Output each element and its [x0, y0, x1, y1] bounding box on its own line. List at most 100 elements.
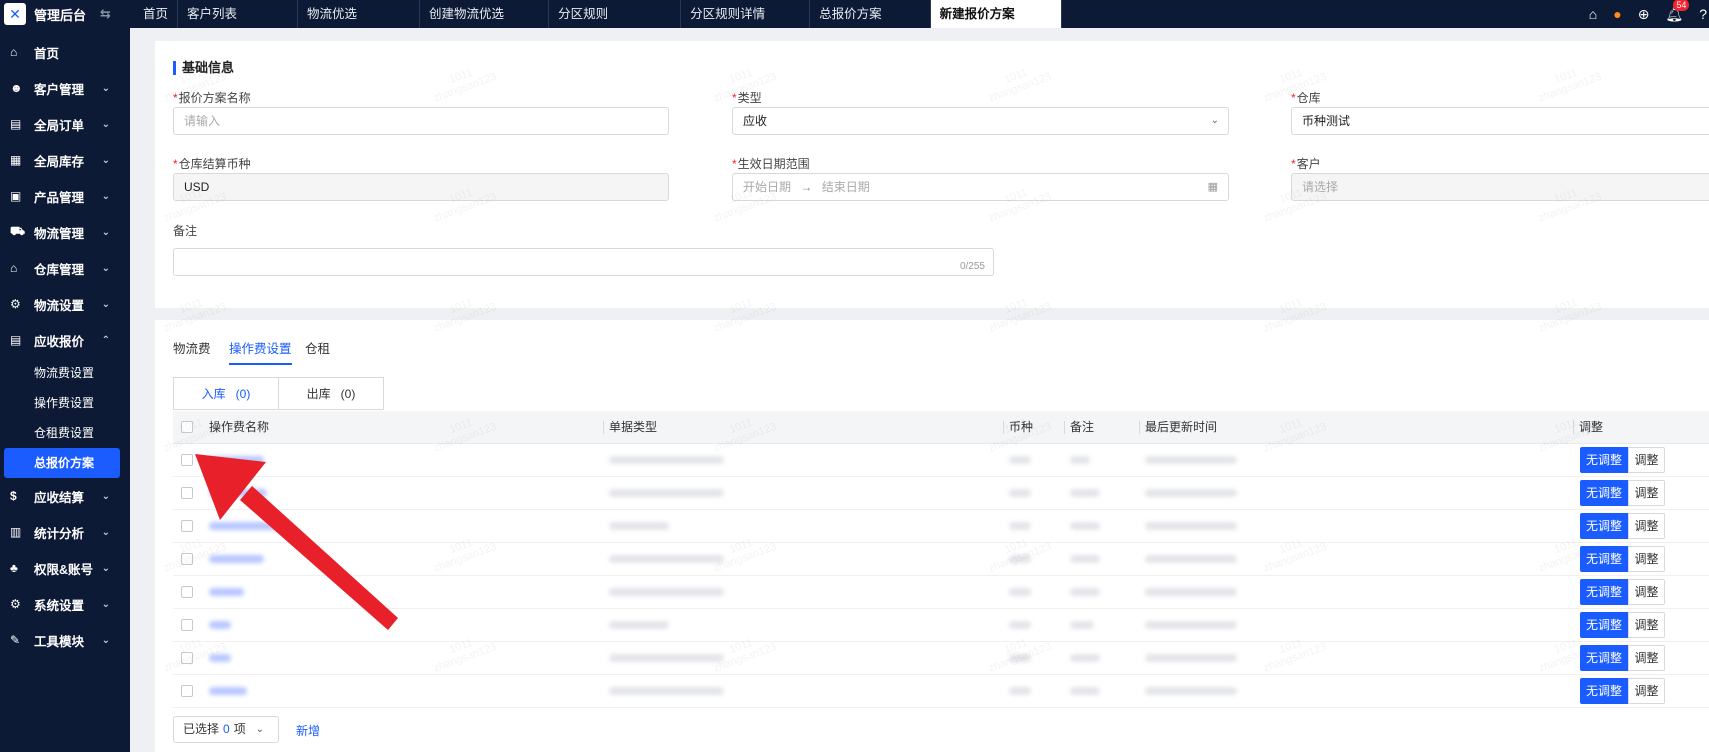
inventory-icon: ▦	[10, 153, 22, 167]
row-checkbox[interactable]	[181, 652, 193, 664]
no-adjust-button[interactable]: 无调整	[1580, 480, 1628, 506]
row-checkbox[interactable]	[181, 520, 193, 532]
collapse-menu-icon[interactable]: ⇆	[100, 6, 111, 22]
currency-field: USD	[173, 173, 669, 201]
sidebar-item-tools[interactable]: ✎ 工具模块 ⌄	[0, 622, 130, 658]
robot-icon[interactable]: ●	[1613, 6, 1621, 22]
no-adjust-button[interactable]: 无调整	[1580, 513, 1628, 539]
adjust-button[interactable]: 调整	[1628, 579, 1665, 605]
sidebar-item-settlement[interactable]: $ 应收结算 ⌄	[0, 478, 130, 514]
doc-type-cell	[609, 555, 724, 563]
download-icon[interactable]: ⊕	[1638, 6, 1650, 23]
no-adjust-button[interactable]: 无调整	[1580, 579, 1628, 605]
sidebar-item-permissions[interactable]: ♣ 权限&账号 ⌄	[0, 550, 130, 586]
tab-home[interactable]: 首页	[134, 0, 179, 28]
sidebar-item-statistics[interactable]: ▥ 统计分析 ⌄	[0, 514, 130, 550]
tab-logistics-fee[interactable]: 物流费	[173, 338, 211, 357]
tab-logistics-preferred[interactable]: 物流优选	[298, 0, 421, 28]
fee-name-link[interactable]	[209, 456, 264, 464]
adjust-button[interactable]: 调整	[1628, 447, 1665, 473]
sidebar-item-orders[interactable]: ▤ 全局订单 ⌄	[0, 106, 130, 142]
warehouse-select[interactable]: 币种测试	[1291, 107, 1709, 135]
inbox-icon[interactable]: ⌂	[1589, 6, 1597, 22]
row-checkbox[interactable]	[181, 586, 193, 598]
no-adjust-button[interactable]: 无调整	[1580, 645, 1628, 671]
sidebar-item-system-settings[interactable]: ⚙ 系统设置 ⌄	[0, 586, 130, 622]
help-icon[interactable]: ?	[1699, 6, 1707, 22]
doc-type-cell	[609, 522, 669, 530]
dollar-icon: $	[10, 489, 17, 503]
row-checkbox[interactable]	[181, 487, 193, 499]
no-adjust-button[interactable]: 无调整	[1580, 678, 1628, 704]
sidebar-item-customers[interactable]: ☻ 客户管理 ⌄	[0, 70, 130, 106]
fee-name-link[interactable]	[209, 588, 244, 596]
sidebar-sub-logistics-fee[interactable]: 物流费设置	[0, 358, 130, 388]
sidebar-item-receivable-quote[interactable]: ▤ 应收报价 ⌃	[0, 322, 130, 358]
fee-name-link[interactable]	[209, 522, 279, 530]
adjust-button[interactable]: 调整	[1628, 546, 1665, 572]
sidebar-sub-total-quote[interactable]: 总报价方案	[4, 448, 120, 478]
table-row: 无调整 调整	[173, 609, 1709, 642]
plan-name-input[interactable]: 请输入	[173, 107, 669, 135]
sidebar-sub-operation-fee[interactable]: 操作费设置	[0, 388, 130, 418]
order-icon: ▤	[10, 117, 22, 131]
date-range-picker[interactable]: 开始日期 → 结束日期 ▦	[732, 173, 1229, 201]
updated-at-cell	[1145, 654, 1237, 662]
row-checkbox[interactable]	[181, 454, 193, 466]
no-adjust-button[interactable]: 无调整	[1580, 447, 1628, 473]
segment-inbound[interactable]: 入库 (0)	[173, 377, 279, 410]
no-adjust-button[interactable]: 无调整	[1580, 546, 1628, 572]
tab-new-quote-plan[interactable]: 新建报价方案	[930, 0, 1062, 28]
sidebar-sub-rent-fee[interactable]: 仓租费设置	[0, 418, 130, 448]
doc-type-cell	[609, 456, 724, 464]
chart-icon: ▥	[10, 525, 22, 539]
remark-cell	[1070, 522, 1100, 530]
adjust-button[interactable]: 调整	[1628, 678, 1665, 704]
segment-outbound[interactable]: 出库 (0)	[278, 377, 384, 410]
fee-name-link[interactable]	[209, 621, 231, 629]
row-checkbox[interactable]	[181, 685, 193, 697]
row-checkbox[interactable]	[181, 619, 193, 631]
bell-icon[interactable]: 🔔︎ 54	[1665, 0, 1690, 23]
table-row: 无调整 调整	[173, 510, 1709, 543]
notification-badge: 54	[1673, 0, 1690, 11]
fee-name-link[interactable]	[209, 555, 264, 563]
tab-total-quote-plan[interactable]: 总报价方案	[810, 0, 931, 28]
select-all-checkbox[interactable]	[181, 421, 193, 433]
tab-zone-rule-detail[interactable]: 分区规则详情	[681, 0, 811, 28]
updated-at-cell	[1145, 687, 1237, 695]
remark-textarea[interactable]: 0/255	[173, 248, 994, 276]
chevron-down-icon: ⌄	[101, 118, 110, 130]
fee-name-link[interactable]	[209, 489, 267, 497]
header-fee-name: 操作费名称	[209, 420, 270, 434]
adjust-button[interactable]: 调整	[1628, 612, 1665, 638]
sidebar-item-products[interactable]: ▣ 产品管理 ⌄	[0, 178, 130, 214]
adjust-button[interactable]: 调整	[1628, 513, 1665, 539]
sidebar-item-home[interactable]: ⌂ 首页	[0, 34, 130, 70]
gear-icon: ⚙	[10, 597, 21, 611]
sidebar-item-warehouse[interactable]: ⌂ 仓库管理 ⌄	[0, 250, 130, 286]
no-adjust-button[interactable]: 无调整	[1580, 612, 1628, 638]
tab-operation-fee[interactable]: 操作费设置	[229, 338, 292, 365]
chevron-down-icon: ⌄	[101, 526, 110, 538]
row-checkbox[interactable]	[181, 553, 193, 565]
type-select[interactable]: 应收 ⌄	[732, 107, 1229, 135]
sidebar-item-logistics[interactable]: ⛟ 物流管理 ⌄	[0, 214, 130, 250]
fee-name-link[interactable]	[209, 654, 231, 662]
table-row: 无调整 调整	[173, 543, 1709, 576]
truck-icon: ⛟	[10, 224, 26, 238]
sidebar-item-logistics-settings[interactable]: ⚙ 物流设置 ⌄	[0, 286, 130, 322]
tab-rent[interactable]: 仓租	[305, 338, 330, 357]
selected-count-dropdown[interactable]: 已选择 0 项 ⌄	[173, 716, 279, 743]
sidebar-item-inventory[interactable]: ▦ 全局库存 ⌄	[0, 142, 130, 178]
doc-type-cell	[609, 621, 669, 629]
tab-create-logistics-preferred[interactable]: 创建物流优选	[420, 0, 550, 28]
adjust-button[interactable]: 调整	[1628, 480, 1665, 506]
header-currency: 币种	[1002, 411, 1033, 444]
tab-customer-list[interactable]: 客户列表	[178, 0, 299, 28]
add-button[interactable]: 新增	[296, 722, 320, 739]
tab-zone-rules[interactable]: 分区规则	[549, 0, 682, 28]
fee-name-link[interactable]	[209, 687, 247, 695]
brand[interactable]: ✕ 管理后台 ⇆	[0, 0, 130, 28]
adjust-button[interactable]: 调整	[1628, 645, 1665, 671]
